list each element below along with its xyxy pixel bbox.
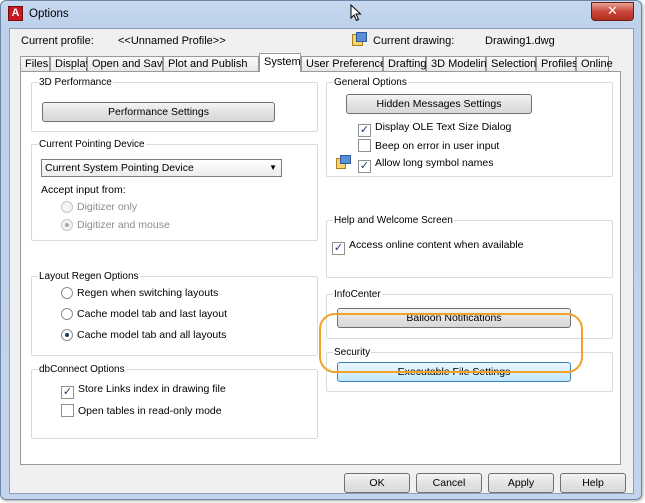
checkbox-checked-icon: ✓ xyxy=(358,160,371,173)
checkbox-empty-icon xyxy=(358,139,371,152)
beep-on-error-checkbox[interactable]: Beep on error in user input xyxy=(358,139,499,152)
digitizer-and-mouse-label: Digitizer and mouse xyxy=(77,219,170,231)
options-window: A Options ✕ Current profile: <<Unnamed P… xyxy=(0,0,642,500)
cache-last-layout-radio[interactable]: Cache model tab and last layout xyxy=(61,308,227,320)
apply-button[interactable]: Apply xyxy=(488,473,554,493)
beep-on-error-label: Beep on error in user input xyxy=(375,140,500,152)
current-drawing-label: Current drawing: xyxy=(373,35,455,47)
current-drawing-value: Drawing1.dwg xyxy=(485,35,555,47)
group-title-dbconnect: dbConnect Options xyxy=(38,364,126,375)
drawing-file-icon xyxy=(352,32,368,46)
group-3d-performance: 3D Performance Performance Settings xyxy=(31,77,318,132)
group-title-layout-regen: Layout Regen Options xyxy=(38,271,140,282)
group-dbconnect-options: dbConnect Options ✓ Store Links index in … xyxy=(31,364,318,439)
profile-row: Current profile: <<Unnamed Profile>> Cur… xyxy=(10,29,633,51)
display-ole-label: Display OLE Text Size Dialog xyxy=(375,121,512,133)
checkbox-checked-icon: ✓ xyxy=(61,386,74,399)
regen-switching-radio[interactable]: Regen when switching layouts xyxy=(61,287,218,299)
group-title-infocenter: InfoCenter xyxy=(333,289,382,300)
group-current-pointing-device: Current Pointing Device Current System P… xyxy=(31,139,318,241)
pointing-device-selected-value: Current System Pointing Device xyxy=(45,162,194,174)
cache-all-layouts-radio[interactable]: Cache model tab and all layouts xyxy=(61,329,226,341)
system-tab-page: 3D Performance Performance Settings Curr… xyxy=(20,71,621,465)
regen-switching-label: Regen when switching layouts xyxy=(77,287,219,299)
radio-selected-icon xyxy=(61,329,73,341)
radio-selected-icon xyxy=(61,219,73,231)
cache-all-layouts-label: Cache model tab and all layouts xyxy=(77,329,227,341)
allow-long-symbol-names-checkbox[interactable]: ✓ Allow long symbol names xyxy=(358,157,493,173)
dialog-client-area: Current profile: <<Unnamed Profile>> Cur… xyxy=(9,28,634,494)
store-links-index-label: Store Links index in drawing file xyxy=(78,383,226,395)
mouse-cursor-icon xyxy=(350,3,362,25)
tab-selection[interactable]: Selection xyxy=(486,56,536,71)
ok-button[interactable]: OK xyxy=(344,473,410,493)
group-general-options: General Options Hidden Messages Settings… xyxy=(326,77,613,177)
cancel-button[interactable]: Cancel xyxy=(416,473,482,493)
tab-system[interactable]: System xyxy=(259,53,301,72)
security-highlight-callout xyxy=(319,313,583,373)
help-button[interactable]: Help xyxy=(560,473,626,493)
tab-plot-and-publish[interactable]: Plot and Publish xyxy=(163,56,259,71)
group-title-general-options: General Options xyxy=(333,77,408,88)
tab-open-and-save[interactable]: Open and Save xyxy=(87,56,168,71)
close-button[interactable]: ✕ xyxy=(591,2,634,21)
radio-circle-icon xyxy=(61,287,73,299)
radio-circle-icon xyxy=(61,201,73,213)
current-profile-value: <<Unnamed Profile>> xyxy=(118,35,226,47)
tab-online[interactable]: Online xyxy=(576,56,613,71)
tab-files[interactable]: Files xyxy=(20,56,50,71)
uac-shield-icon xyxy=(336,155,351,169)
group-title-help-welcome: Help and Welcome Screen xyxy=(333,215,454,226)
tab-display[interactable]: Display xyxy=(50,56,91,71)
display-ole-checkbox[interactable]: ✓ Display OLE Text Size Dialog xyxy=(358,121,511,137)
digitizer-only-radio[interactable]: Digitizer only xyxy=(61,201,137,213)
open-tables-readonly-checkbox[interactable]: Open tables in read-only mode xyxy=(61,404,222,417)
tab-user-preferences[interactable]: User Preferences xyxy=(301,56,392,71)
store-links-index-checkbox[interactable]: ✓ Store Links index in drawing file xyxy=(61,383,226,399)
group-help-welcome-screen: Help and Welcome Screen ✓ Access online c… xyxy=(326,215,613,278)
current-profile-label: Current profile: xyxy=(21,35,94,47)
tab-3d-modeling[interactable]: 3D Modeling xyxy=(426,56,493,71)
tab-drafting[interactable]: Drafting xyxy=(383,56,427,71)
title-bar[interactable]: A Options ✕ xyxy=(1,1,641,28)
autocad-app-icon: A xyxy=(8,6,23,21)
checkbox-checked-icon: ✓ xyxy=(358,124,371,137)
open-tables-readonly-label: Open tables in read-only mode xyxy=(78,405,222,417)
group-title-pointing-device: Current Pointing Device xyxy=(38,139,146,150)
pointing-device-select[interactable]: Current System Pointing Device ▼ xyxy=(41,159,282,177)
performance-settings-button[interactable]: Performance Settings xyxy=(42,102,275,122)
digitizer-and-mouse-radio[interactable]: Digitizer and mouse xyxy=(61,219,170,231)
access-online-content-checkbox[interactable]: ✓ Access online content when available xyxy=(332,239,524,255)
checkbox-checked-icon: ✓ xyxy=(332,242,345,255)
checkbox-empty-icon xyxy=(61,404,74,417)
group-title-3d-performance: 3D Performance xyxy=(38,77,113,88)
chevron-down-icon: ▼ xyxy=(269,163,277,172)
group-layout-regen-options: Layout Regen Options Regen when switchin… xyxy=(31,271,318,356)
access-online-content-label: Access online content when available xyxy=(349,239,524,251)
allow-long-symbol-names-label: Allow long symbol names xyxy=(375,157,494,169)
hidden-messages-settings-button[interactable]: Hidden Messages Settings xyxy=(346,94,532,114)
radio-circle-icon xyxy=(61,308,73,320)
accept-input-label: Accept input from: xyxy=(41,184,126,196)
cache-last-layout-label: Cache model tab and last layout xyxy=(77,308,228,320)
tab-profiles[interactable]: Profiles xyxy=(536,56,578,71)
window-title: Options xyxy=(29,8,69,20)
digitizer-only-label: Digitizer only xyxy=(77,201,138,213)
